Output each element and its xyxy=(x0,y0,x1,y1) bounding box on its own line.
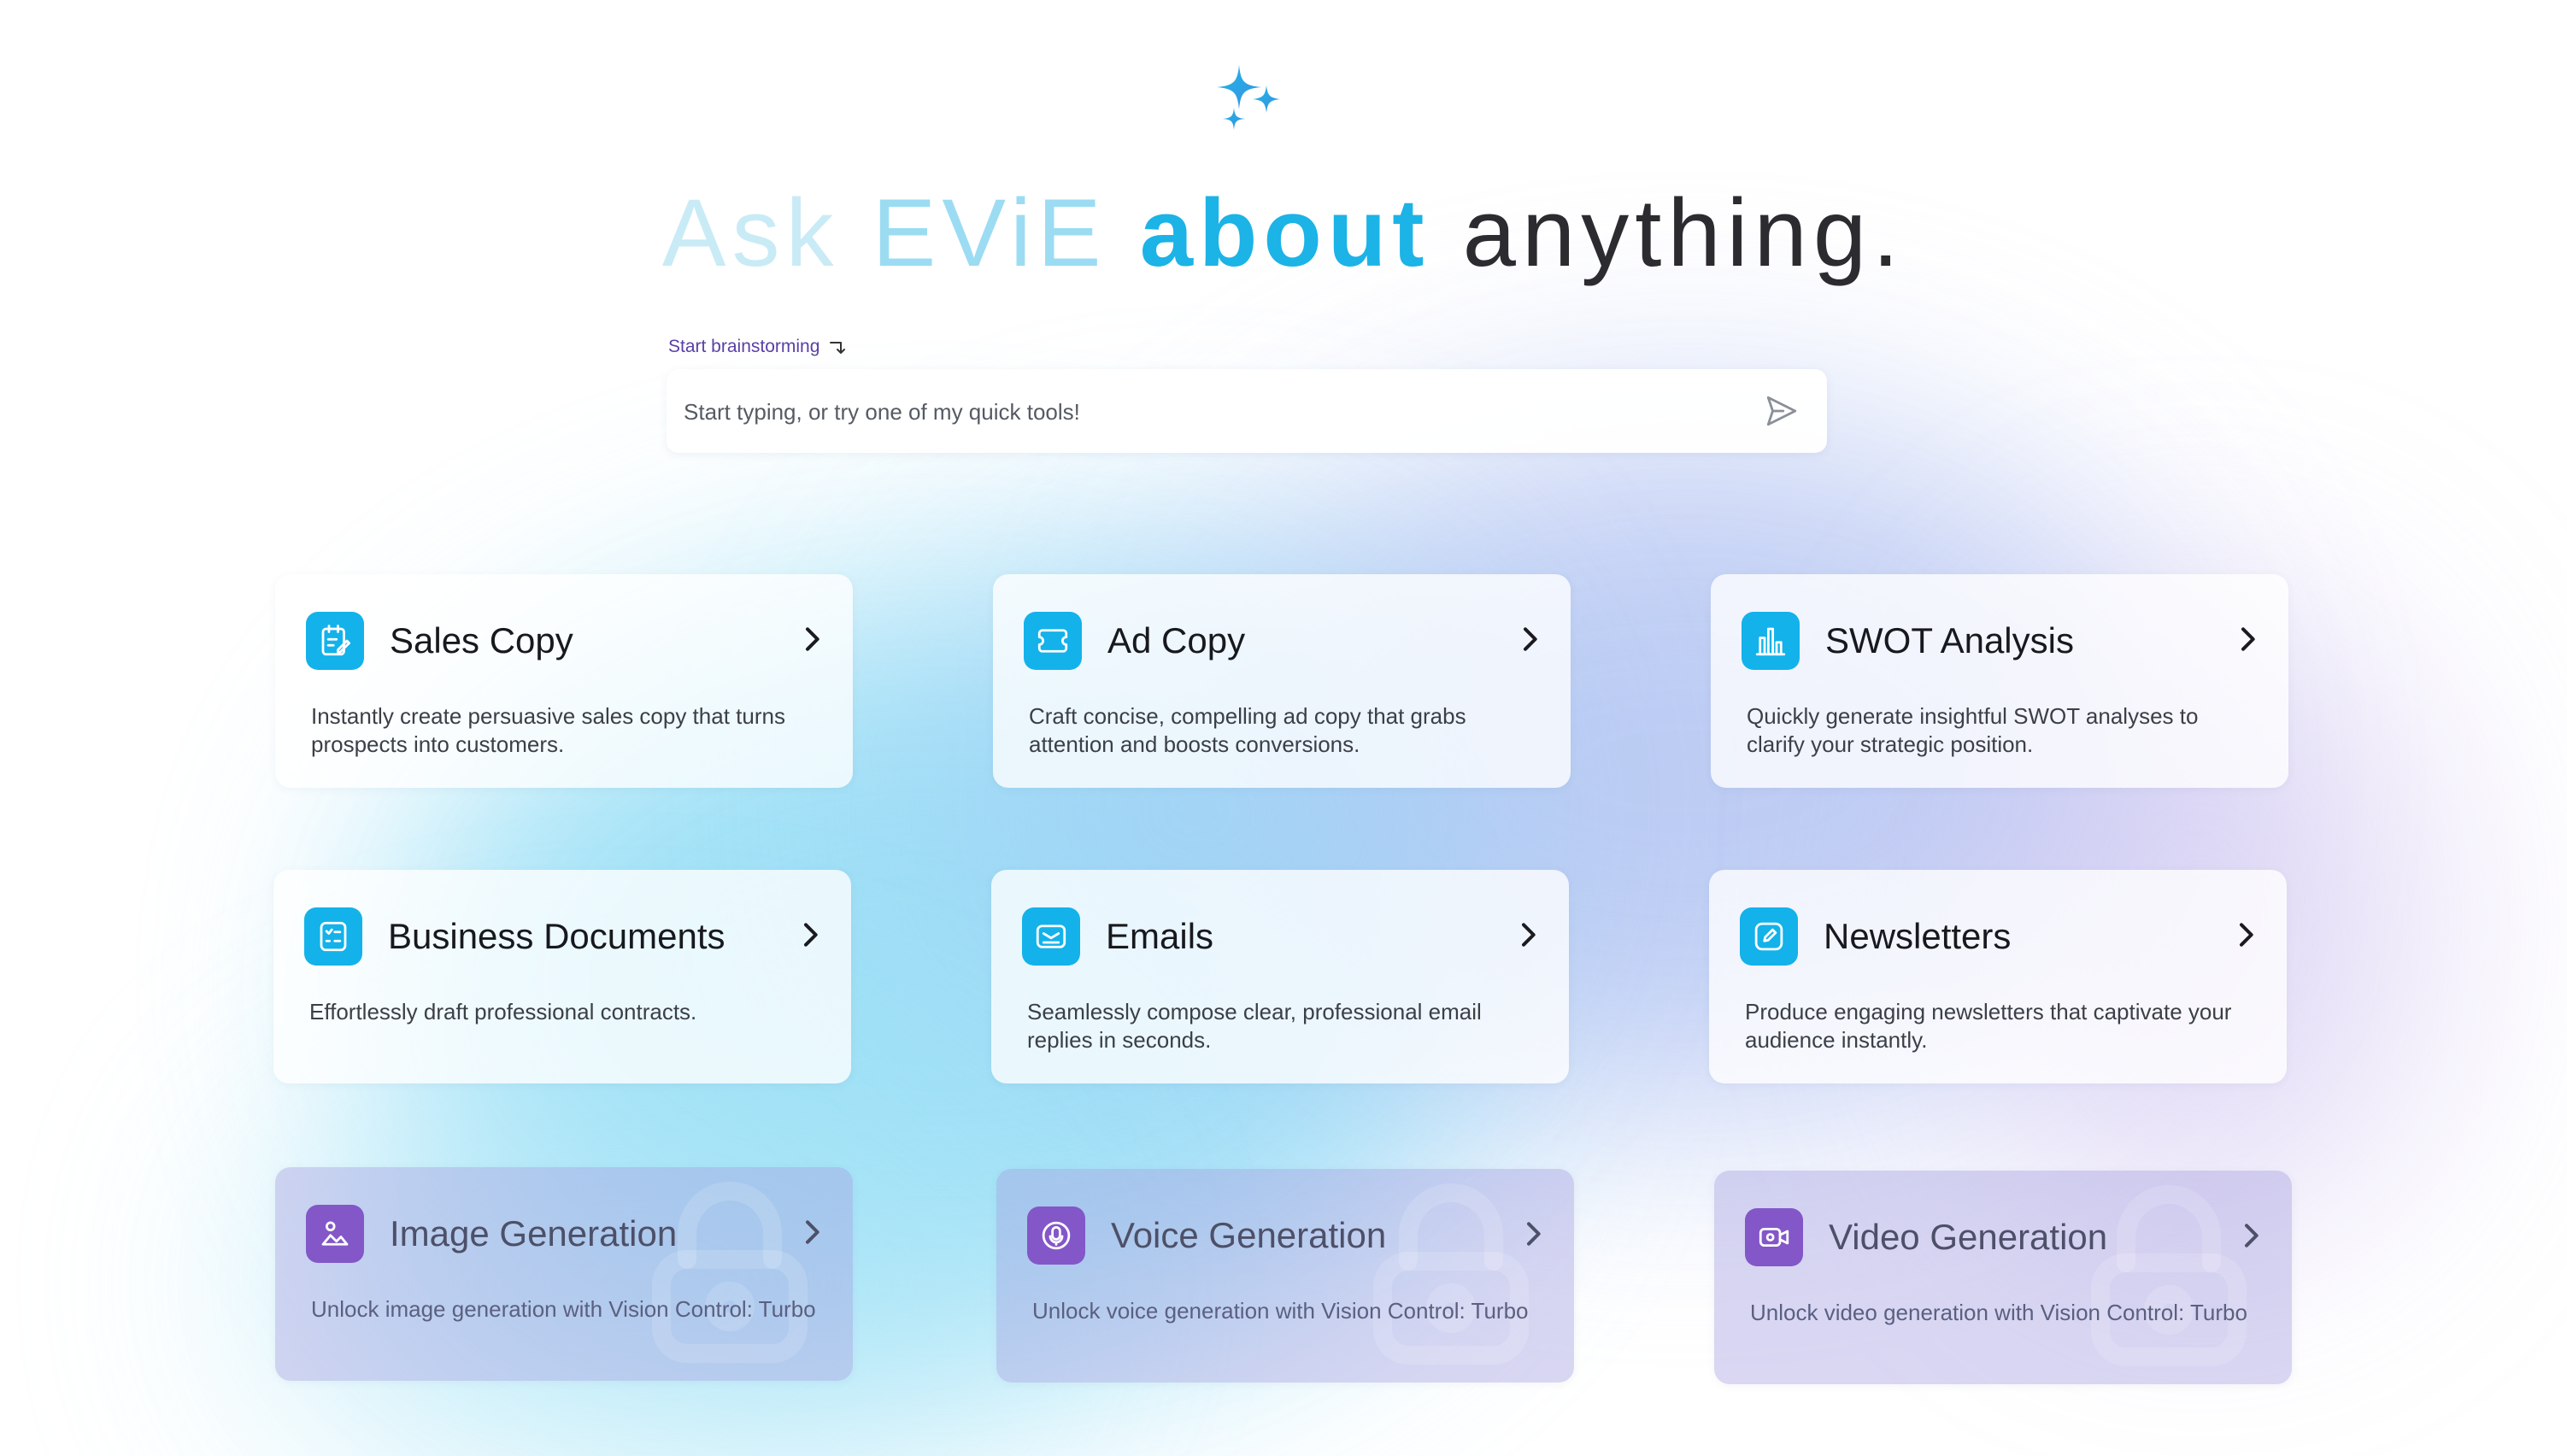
chevron-right-icon xyxy=(1522,923,1536,947)
lock-watermark-icon xyxy=(1373,1183,1529,1365)
title-word-ask: Ask xyxy=(661,179,840,286)
chat-input-box xyxy=(667,369,1827,453)
sparkle-logo-icon xyxy=(1217,65,1280,130)
card-description: Quickly generate insightful SWOT analyse… xyxy=(1747,703,2199,757)
video-icon xyxy=(1759,1227,1789,1248)
card-title: Newsletters xyxy=(1824,916,2012,956)
card-description: Craft concise, compelling ad copy that g… xyxy=(1029,703,1466,757)
tool-card-swot-analysis[interactable]: SWOT Analysis Quickly generate insightfu… xyxy=(1711,574,2288,788)
tool-card-voice-generation[interactable]: Voice Generation Unlock voice generation… xyxy=(996,1169,1574,1383)
chevron-right-icon xyxy=(804,923,818,947)
email-icon xyxy=(1036,925,1066,948)
page-title: Ask EViE about anything. xyxy=(0,178,2567,289)
tool-card-sales-copy[interactable]: Sales Copy Instantly create persuasive s… xyxy=(275,574,853,788)
edit-icon xyxy=(1754,922,1783,951)
notebook-pen-icon xyxy=(321,625,351,656)
title-word-evie: EViE xyxy=(872,179,1107,286)
chat-input[interactable] xyxy=(682,390,1711,434)
card-description: Unlock video generation with Vision Cont… xyxy=(1750,1300,2247,1325)
chevron-right-icon xyxy=(2241,627,2255,651)
card-title: Image Generation xyxy=(390,1213,678,1253)
card-title: Sales Copy xyxy=(390,620,573,660)
tool-card-emails[interactable]: Emails Seamlessly compose clear, profess… xyxy=(991,870,1569,1083)
image-icon xyxy=(321,1221,349,1246)
chevron-right-icon xyxy=(806,627,819,651)
tool-card-ad-copy[interactable]: Ad Copy Craft concise, compelling ad cop… xyxy=(993,574,1571,788)
tool-card-business-documents[interactable]: Business Documents Effortlessly draft pr… xyxy=(273,870,851,1083)
card-description: Unlock voice generation with Vision Cont… xyxy=(1032,1298,1529,1324)
card-description: Produce engaging newsletters that captiv… xyxy=(1745,999,2232,1053)
tool-card-image-generation[interactable]: Image Generation Unlock image generation… xyxy=(275,1167,853,1381)
title-word-anything: anything. xyxy=(1462,179,1906,286)
send-button[interactable] xyxy=(1753,383,1810,439)
chevron-right-icon xyxy=(1524,627,1537,651)
card-title: Emails xyxy=(1106,916,1214,956)
lock-watermark-icon xyxy=(652,1182,808,1363)
chevron-right-icon xyxy=(2240,923,2253,947)
ticket-icon xyxy=(1037,629,1068,653)
title-word-about: about xyxy=(1139,179,1430,286)
chevron-right-icon xyxy=(2245,1224,2259,1248)
card-title: Ad Copy xyxy=(1107,620,1246,660)
tool-card-newsletters[interactable]: Newsletters Produce engaging newsletters… xyxy=(1709,870,2287,1083)
arrow-down-right-icon xyxy=(830,342,846,354)
chevron-right-icon xyxy=(806,1220,819,1244)
checklist-icon xyxy=(320,921,347,952)
tool-card-video-generation[interactable]: Video Generation Unlock video generation… xyxy=(1714,1171,2292,1384)
brainstorm-hint: Start brainstorming xyxy=(668,337,847,357)
card-description: Effortlessly draft professional contract… xyxy=(309,999,697,1024)
card-title: Business Documents xyxy=(388,916,725,956)
lock-watermark-icon xyxy=(2091,1185,2247,1366)
card-description: Instantly create persuasive sales copy t… xyxy=(311,703,785,757)
card-title: Voice Generation xyxy=(1111,1215,1387,1255)
card-description: Unlock image generation with Vision Cont… xyxy=(311,1296,816,1322)
card-title: Video Generation xyxy=(1829,1217,2108,1257)
chevron-right-icon xyxy=(1527,1222,1541,1246)
card-description: Seamlessly compose clear, professional e… xyxy=(1027,999,1482,1053)
card-title: SWOT Analysis xyxy=(1825,620,2074,660)
send-icon xyxy=(1766,396,1797,426)
brainstorm-hint-label: Start brainstorming xyxy=(668,337,820,356)
microphone-icon xyxy=(1042,1221,1071,1250)
bar-chart-icon xyxy=(1755,627,1786,656)
